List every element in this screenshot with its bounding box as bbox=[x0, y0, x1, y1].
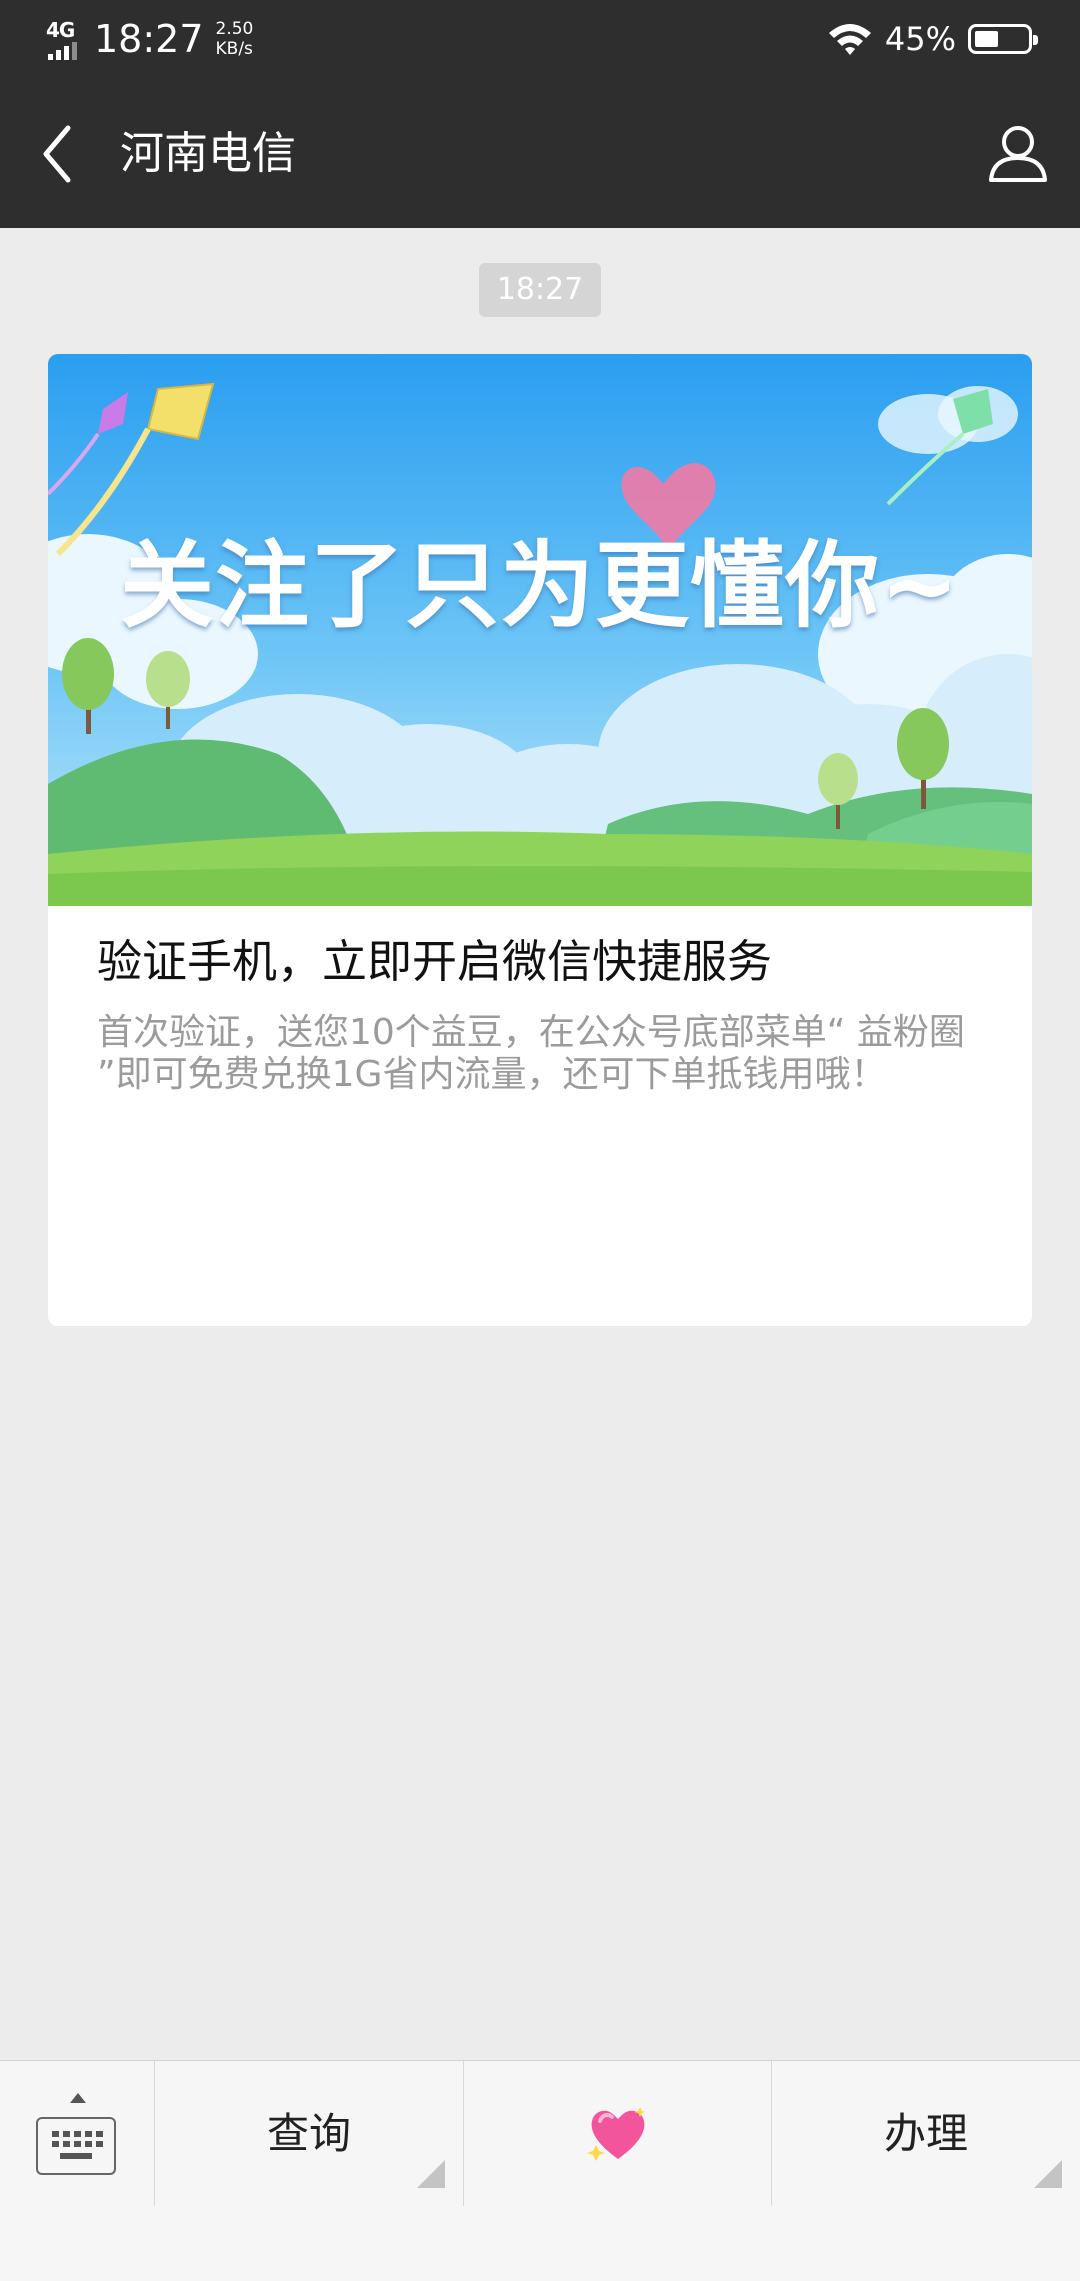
menu-item-heart[interactable] bbox=[464, 2061, 772, 2206]
menu-item-handle-label: 办理 bbox=[883, 2109, 968, 2158]
menu-item-query-label: 查询 bbox=[266, 2109, 351, 2158]
menu-item-handle[interactable]: 办理 bbox=[772, 2061, 1080, 2206]
article-banner-image[interactable]: 关注了只为更懂你~ bbox=[48, 354, 1032, 906]
status-left: 4G 18:27 2.50 KB/s bbox=[46, 14, 253, 64]
status-time: 18:27 bbox=[94, 17, 204, 61]
article-title: 验证手机，立即开启微信快捷服务 bbox=[97, 935, 773, 988]
app-header: 河南电信 bbox=[0, 80, 1080, 228]
page-title: 河南电信 bbox=[120, 128, 296, 179]
network-speed: 2.50 KB/s bbox=[216, 19, 254, 59]
network-speed-unit: KB/s bbox=[215, 39, 253, 59]
submenu-indicator-icon bbox=[1034, 2160, 1062, 2188]
user-profile-icon bbox=[989, 126, 1047, 182]
submenu-indicator-icon bbox=[417, 2160, 445, 2188]
menu-item-query[interactable]: 查询 bbox=[155, 2061, 464, 2206]
network-indicator: 4G bbox=[46, 16, 82, 62]
status-bar: 4G 18:27 2.50 KB/s 45% bbox=[0, 0, 1080, 80]
battery-icon bbox=[968, 24, 1038, 54]
network-type: 4G bbox=[46, 18, 75, 42]
banner-slogan: 关注了只为更懂你~ bbox=[120, 532, 960, 641]
signal-icon bbox=[48, 42, 77, 60]
chevron-left-icon bbox=[43, 125, 71, 183]
article-card[interactable]: 关注了只为更懂你~ 验证手机，立即开启微信快捷服务 首次验证，送您10个益豆，在… bbox=[48, 354, 1032, 1326]
message-timestamp: 18:27 bbox=[479, 263, 601, 317]
back-button[interactable] bbox=[28, 118, 92, 190]
bottom-menu: 查询 办理 bbox=[0, 2060, 1080, 2281]
battery-percent: 45% bbox=[884, 20, 956, 58]
battery-fill bbox=[975, 31, 998, 47]
expand-up-icon bbox=[70, 2093, 86, 2103]
sparkling-heart-icon bbox=[586, 2107, 646, 2161]
article-description: 首次验证，送您10个益豆，在公众号底部菜单“ 益粉圈 ”即可免费兑换1G省内流量… bbox=[97, 1012, 965, 1095]
keyboard-toggle-button[interactable] bbox=[0, 2061, 155, 2206]
status-right: 45% bbox=[827, 14, 1038, 64]
wifi-icon bbox=[828, 24, 871, 55]
profile-button[interactable] bbox=[986, 120, 1050, 184]
keyboard-icon bbox=[36, 2117, 116, 2175]
network-speed-value: 2.50 bbox=[215, 19, 254, 39]
